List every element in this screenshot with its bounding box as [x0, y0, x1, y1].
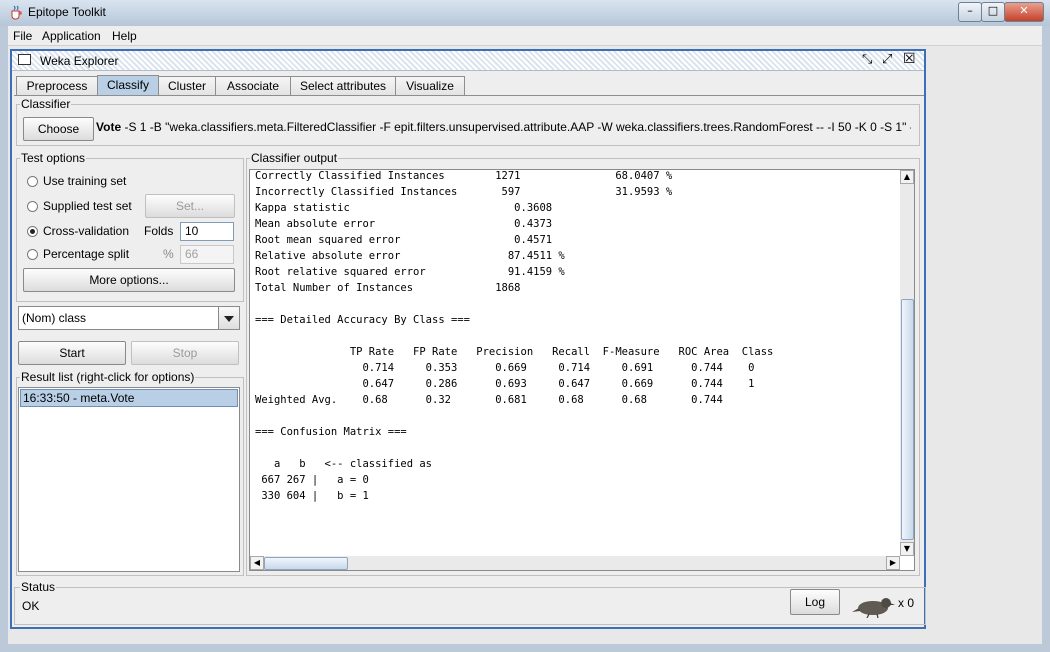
- menu-bar: File Application Help: [8, 26, 1042, 46]
- classifier-group-label: Classifier: [20, 97, 72, 111]
- tab-classify[interactable]: Classify: [97, 75, 159, 96]
- class-select[interactable]: (Nom) class: [18, 306, 240, 330]
- classifier-output-label: Classifier output: [250, 151, 339, 165]
- window-title: Epitope Toolkit: [28, 5, 106, 19]
- frame-title: Weka Explorer: [40, 54, 119, 68]
- classifier-name: Vote: [96, 120, 122, 134]
- supplied-test-radio[interactable]: [27, 201, 38, 212]
- supplied-test-label[interactable]: Supplied test set: [43, 199, 132, 213]
- set-button[interactable]: Set...: [145, 194, 235, 218]
- vertical-scroll-thumb[interactable]: [901, 299, 914, 540]
- tab-select-attributes[interactable]: Select attributes: [290, 76, 396, 96]
- scroll-left-icon[interactable]: ◀: [250, 556, 264, 570]
- scroll-down-icon[interactable]: ▼: [900, 542, 914, 556]
- tab-divider: [14, 95, 924, 96]
- class-select-value: (Nom) class: [22, 311, 87, 325]
- classifier-output[interactable]: Correctly Classified Instances 1271 68.0…: [249, 169, 915, 571]
- maximize-icon[interactable]: ⤢: [882, 52, 892, 67]
- tab-associate[interactable]: Associate: [215, 76, 291, 96]
- window-titlebar[interactable]: Epitope Toolkit – □ ✕: [0, 0, 1050, 26]
- cross-validation-label[interactable]: Cross-validation: [43, 224, 129, 238]
- tab-cluster[interactable]: Cluster: [158, 76, 216, 96]
- percentage-split-radio[interactable]: [27, 249, 38, 260]
- more-options-button[interactable]: More options...: [23, 268, 235, 292]
- minimize-button[interactable]: –: [958, 2, 982, 22]
- use-training-radio[interactable]: [27, 176, 38, 187]
- weka-bird-icon[interactable]: [851, 594, 895, 618]
- tab-visualize[interactable]: Visualize: [395, 76, 465, 96]
- result-list[interactable]: 16:33:50 - meta.Vote: [18, 387, 240, 572]
- percent-symbol: %: [163, 247, 174, 261]
- close-button[interactable]: ✕: [1004, 2, 1044, 22]
- log-button[interactable]: Log: [790, 589, 840, 615]
- start-button[interactable]: Start: [18, 341, 126, 365]
- scroll-up-icon[interactable]: ▲: [900, 170, 914, 184]
- folds-label: Folds: [144, 224, 174, 238]
- status-label: Status: [20, 580, 57, 594]
- iconify-icon[interactable]: ⤡: [862, 52, 872, 67]
- classifier-options: -S 1 -B "weka.classifiers.meta.FilteredC…: [121, 120, 911, 134]
- close-icon[interactable]: ☒: [903, 51, 916, 67]
- use-training-label[interactable]: Use training set: [43, 174, 126, 188]
- maximize-button[interactable]: □: [981, 2, 1005, 22]
- classifier-spec[interactable]: Vote -S 1 -B "weka.classifiers.meta.Filt…: [96, 120, 911, 138]
- horizontal-scrollbar[interactable]: ◀ ▶: [250, 556, 900, 570]
- horizontal-scroll-thumb[interactable]: [264, 557, 348, 570]
- menu-application[interactable]: Application: [42, 29, 101, 43]
- stop-button[interactable]: Stop: [131, 341, 239, 365]
- menu-help[interactable]: Help: [112, 29, 137, 43]
- classifier-output-text: Correctly Classified Instances 1271 68.0…: [255, 170, 774, 502]
- percent-input[interactable]: 66: [180, 245, 234, 264]
- java-cup-icon: [11, 5, 22, 20]
- vertical-scrollbar[interactable]: ▲ ▼: [900, 170, 914, 556]
- test-options-label: Test options: [20, 151, 87, 165]
- tab-preprocess[interactable]: Preprocess: [16, 76, 98, 96]
- result-list-label: Result list (right-click for options): [20, 370, 196, 384]
- list-item[interactable]: 16:33:50 - meta.Vote: [20, 389, 238, 407]
- menu-file[interactable]: File: [13, 29, 32, 43]
- cross-validation-radio[interactable]: [27, 226, 38, 237]
- frame-titlebar[interactable]: Weka Explorer ⤡ ⤢ ☒: [12, 51, 924, 71]
- percentage-split-label[interactable]: Percentage split: [43, 247, 129, 261]
- folds-input[interactable]: 10: [180, 222, 234, 241]
- scroll-right-icon[interactable]: ▶: [886, 556, 900, 570]
- window-icon: [18, 54, 31, 65]
- status-text: OK: [22, 599, 40, 613]
- task-count: x 0: [898, 596, 915, 610]
- choose-button[interactable]: Choose: [23, 117, 94, 141]
- chevron-down-icon[interactable]: [218, 307, 239, 329]
